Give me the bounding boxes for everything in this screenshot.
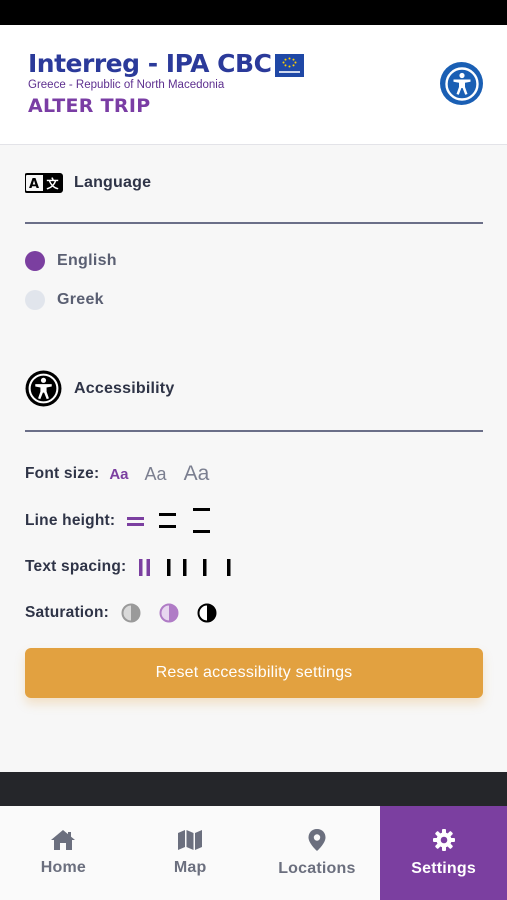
svg-text:A: A [29,177,39,192]
saturation-high-icon [197,603,217,623]
logo-main-text: Interreg - IPA CBC [28,49,272,78]
text-spacing-large-option[interactable] [202,558,232,576]
language-option-english[interactable]: English [25,251,117,271]
logo-subtitle: Greece - Republic of North Macedonia [28,79,225,91]
tab-label: Home [40,859,86,876]
font-size-row: Font size: Aa Aa Aa [25,462,209,486]
location-pin-icon [308,829,326,851]
map-icon [178,830,203,850]
tab-settings[interactable]: Settings [380,806,507,900]
tab-map[interactable]: Map [127,806,254,900]
tab-label: Map [173,859,207,876]
saturation-label: Saturation: [25,604,110,621]
text-spacing-large-icon [203,558,231,576]
accessibility-title: Accessibility [74,379,175,397]
dark-band [0,772,507,806]
interreg-logo: Interreg - IPA CBC Greece - Republic of … [28,49,304,117]
language-option-label: Greek [57,291,104,308]
line-height-large-icon [193,508,211,533]
language-option-greek[interactable]: Greek [25,290,104,310]
status-bar [0,0,507,25]
accessibility-icon [444,66,479,101]
app-header: Interreg - IPA CBC Greece - Republic of … [0,25,507,145]
font-size-large-option[interactable]: Aa [184,462,210,486]
saturation-low-icon [121,603,141,623]
line-height-large-option[interactable] [193,506,211,536]
radio-selected[interactable] [25,251,45,271]
text-spacing-small-option[interactable] [138,558,152,576]
accessibility-icon [25,370,62,407]
tab-locations[interactable]: Locations [254,806,381,900]
text-spacing-row: Text spacing: [25,556,232,578]
reset-accessibility-button[interactable]: Reset accessibility settings [25,648,483,698]
radio-unselected[interactable] [25,290,45,310]
line-height-row: Line height: [25,506,211,536]
saturation-low-option[interactable] [121,603,141,623]
line-height-medium-option[interactable] [159,510,177,532]
font-size-label: Font size: [25,465,100,482]
gear-icon [432,829,455,851]
line-height-small-icon [127,517,145,526]
line-height-label: Line height: [25,512,116,529]
language-title: Language [74,174,152,191]
saturation-medium-option[interactable] [159,603,179,623]
font-size-small-option[interactable]: Aa [109,466,128,483]
eu-flag-icon [275,54,304,77]
accessibility-divider [25,430,483,432]
text-spacing-small-icon [139,558,151,576]
text-spacing-label: Text spacing: [25,558,127,575]
translate-icon: A 文 [25,173,63,193]
bottom-tab-bar: Home Map Locations Settings [0,806,507,900]
svg-text:文: 文 [46,176,59,191]
tab-home[interactable]: Home [0,806,127,900]
saturation-row: Saturation: [25,602,217,624]
line-height-medium-icon [159,513,177,528]
language-divider [25,222,483,224]
text-spacing-medium-option[interactable] [166,558,188,576]
language-option-label: English [57,252,117,269]
tab-label: Locations [278,860,356,877]
app-name: ALTER TRIP [28,95,151,117]
home-icon [51,830,76,850]
text-spacing-medium-icon [167,558,187,576]
accessibility-section-header: Accessibility [25,370,174,407]
line-height-small-option[interactable] [127,514,145,528]
accessibility-menu-button[interactable] [440,62,483,105]
saturation-high-option[interactable] [197,603,217,623]
tab-label: Settings [411,860,476,877]
language-section-header: A 文 Language [25,172,151,194]
font-size-medium-option[interactable]: Aa [145,464,167,485]
saturation-medium-icon [159,603,179,623]
